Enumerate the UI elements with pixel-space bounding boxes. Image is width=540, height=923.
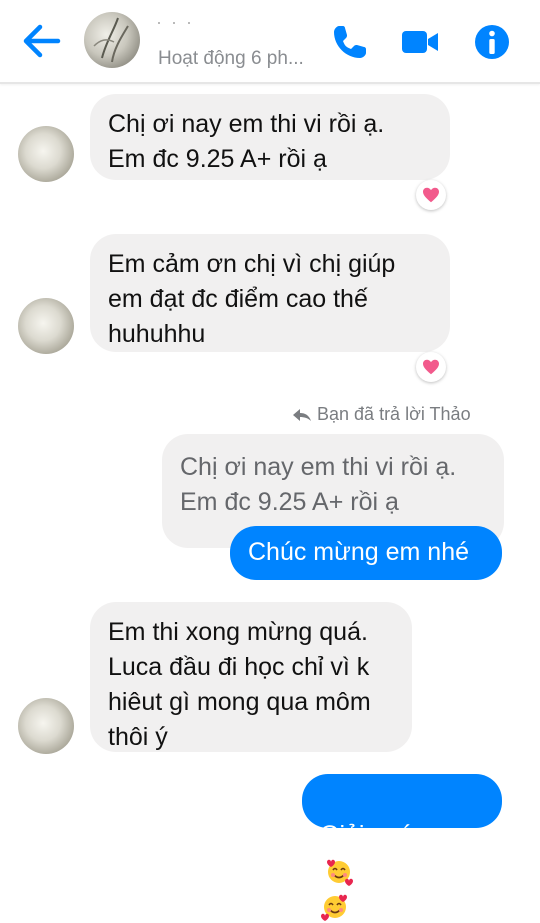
- contact-avatar[interactable]: [84, 12, 140, 68]
- outgoing-message[interactable]: Chúc mừng em nhé: [230, 526, 502, 580]
- contact-name[interactable]: · · ·: [156, 12, 194, 33]
- heart-reaction[interactable]: [416, 352, 446, 382]
- smiling-face-with-hearts-icon: [327, 860, 353, 887]
- outgoing-message-text: Giỏi quá: [320, 821, 414, 849]
- heart-reaction[interactable]: [416, 180, 446, 210]
- sender-avatar[interactable]: [18, 298, 74, 354]
- incoming-message[interactable]: Em thi xong mừng quá. Luca đầu đi học ch…: [90, 602, 412, 752]
- incoming-message[interactable]: Chị ơi nay em thi vi rồi ạ. Em đc 9.25 A…: [90, 94, 450, 180]
- chat-header: · · · Hoạt động 6 ph...: [0, 0, 540, 84]
- back-arrow-icon[interactable]: [20, 22, 62, 60]
- incoming-message[interactable]: Em cảm ơn chị vì chị giúp em đạt đc điểm…: [90, 234, 450, 352]
- sender-avatar[interactable]: [18, 698, 74, 754]
- outgoing-message[interactable]: Giỏi quá: [302, 774, 502, 922]
- reply-note-text: Bạn đã trả lời Thảo: [317, 404, 471, 424]
- smiling-face-with-hearts-icon: [321, 895, 347, 922]
- sender-avatar[interactable]: [18, 126, 74, 182]
- heart-icon: [423, 359, 439, 375]
- reply-arrow-icon: [293, 409, 311, 422]
- video-camera-icon[interactable]: [400, 22, 440, 62]
- active-status: Hoạt động 6 ph...: [158, 48, 304, 69]
- phone-icon[interactable]: [330, 22, 370, 62]
- heart-icon: [423, 187, 439, 203]
- reply-indicator: Bạn đã trả lời Thảo: [292, 404, 471, 425]
- info-icon[interactable]: [472, 22, 512, 62]
